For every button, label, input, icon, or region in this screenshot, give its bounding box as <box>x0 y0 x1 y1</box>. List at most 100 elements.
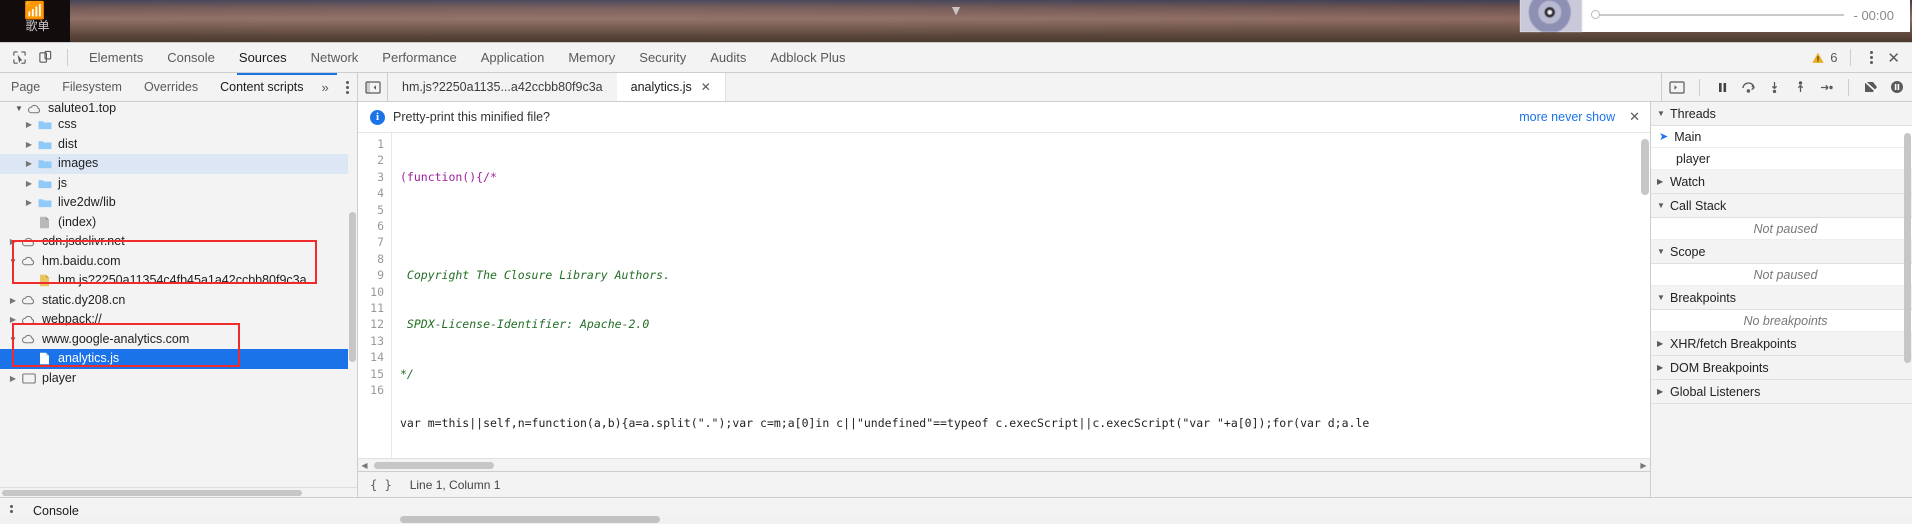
file-tree[interactable]: ▼ saluteo1.top ▶ css ▶ dist ▶ images ▶ j… <box>0 102 357 388</box>
close-icon[interactable]: ✕ <box>701 73 711 101</box>
tree-item-saluteo1-top[interactable]: ▼ saluteo1.top <box>0 102 357 115</box>
editor-vertical-scrollbar[interactable] <box>1640 133 1650 458</box>
player-progress-slider[interactable] <box>1590 10 1844 19</box>
player-progress-knob[interactable] <box>1590 10 1600 19</box>
devtools-tab-security[interactable]: Security <box>627 43 698 72</box>
inspect-element-icon[interactable] <box>6 45 32 71</box>
thread-row-player[interactable]: player <box>1651 148 1912 170</box>
page-horizontal-scrollbar[interactable] <box>0 515 1912 524</box>
triangle-right-icon[interactable]: ▶ <box>1657 387 1670 396</box>
tree-item-index[interactable]: ▶ (index) <box>0 213 357 233</box>
site-logo[interactable]: 📶 歌单 <box>0 0 70 42</box>
triangle-down-icon[interactable]: ▼ <box>6 330 20 350</box>
kebab-menu-icon[interactable] <box>1860 51 1883 64</box>
devtools-tab-audits[interactable]: Audits <box>698 43 758 72</box>
scrollbar-thumb[interactable] <box>1641 139 1649 195</box>
section-threads[interactable]: ▼ Threads <box>1651 102 1912 126</box>
triangle-right-icon[interactable]: ▶ <box>22 174 36 194</box>
section-scope[interactable]: ▼ Scope <box>1651 240 1912 264</box>
editor-tab-analytics-js[interactable]: analytics.js ✕ <box>616 73 726 101</box>
chevron-right-icon[interactable]: ▶ <box>1637 461 1650 470</box>
scrollbar-thumb[interactable] <box>2 490 302 496</box>
tree-item-hm-baidu-com[interactable]: ▼ hm.baidu.com <box>0 252 357 272</box>
editor-tab-hm-js[interactable]: hm.js?2250a1135...a42ccbb80f9c3a <box>388 73 617 101</box>
devtools-tab-performance[interactable]: Performance <box>370 43 468 72</box>
triangle-down-icon[interactable]: ▼ <box>1657 201 1670 210</box>
collapse-sidebar-icon[interactable] <box>358 73 388 101</box>
tree-item-css[interactable]: ▶ css <box>0 115 357 135</box>
navigator-kebab-menu-icon[interactable] <box>336 80 359 94</box>
player-progress-group[interactable]: - 00:00 <box>1582 8 1900 23</box>
audio-player[interactable]: - 00:00 <box>1519 0 1910 32</box>
device-toolbar-icon[interactable] <box>32 45 58 71</box>
devtools-tab-elements[interactable]: Elements <box>77 43 155 72</box>
tree-item-www-google-analytics-com[interactable]: ▼ www.google-analytics.com <box>0 330 357 350</box>
pause-resume-icon[interactable] <box>1709 74 1735 100</box>
triangle-right-icon[interactable]: ▶ <box>1657 363 1670 372</box>
section-call-stack[interactable]: ▼ Call Stack <box>1651 194 1912 218</box>
section-dom-breakpoints[interactable]: ▶ DOM Breakpoints <box>1651 356 1912 380</box>
step-into-icon[interactable] <box>1761 74 1787 100</box>
tree-item-live2dw-lib[interactable]: ▶ live2dw/lib <box>0 193 357 213</box>
code-viewport[interactable]: 1 2 3 4 5 6 7 8 9 10 11 12 13 14 15 16 (… <box>358 133 1650 458</box>
triangle-right-icon[interactable]: ▶ <box>22 154 36 174</box>
chevron-down-icon[interactable]: ▼ <box>949 3 963 17</box>
tree-item-dist[interactable]: ▶ dist <box>0 135 357 155</box>
tree-item-webpack[interactable]: ▶ webpack:// <box>0 310 357 330</box>
triangle-down-icon[interactable]: ▼ <box>1657 247 1670 256</box>
triangle-down-icon[interactable]: ▼ <box>6 252 20 272</box>
devtools-tab-sources[interactable]: Sources <box>227 43 299 72</box>
scrollbar-thumb[interactable] <box>400 516 660 523</box>
scrollbar-thumb[interactable] <box>349 212 356 362</box>
tree-item-analytics-js[interactable]: ▶ analytics.js <box>0 349 357 369</box>
triangle-right-icon[interactable]: ▶ <box>6 369 20 389</box>
tree-item-player[interactable]: ▶ player <box>0 369 357 389</box>
devtools-tab-console[interactable]: Console <box>155 43 227 72</box>
navigator-tab-content-scripts[interactable]: Content scripts <box>209 73 314 101</box>
step-over-icon[interactable] <box>1735 74 1761 100</box>
triangle-right-icon[interactable]: ▶ <box>1657 177 1670 186</box>
tree-item-hm-js[interactable]: ▶ hm.js?2250a11354c4fb45a1a42ccbb80f9c3a <box>0 271 357 291</box>
navigator-horizontal-scrollbar[interactable] <box>0 487 357 497</box>
tree-item-images[interactable]: ▶ images <box>0 154 357 174</box>
tree-item-js[interactable]: ▶ js <box>0 174 357 194</box>
triangle-right-icon[interactable]: ▶ <box>1657 339 1670 348</box>
devtools-tab-memory[interactable]: Memory <box>556 43 627 72</box>
triangle-right-icon[interactable]: ▶ <box>6 232 20 252</box>
section-global-listeners[interactable]: ▶ Global Listeners <box>1651 380 1912 404</box>
section-xhr-fetch-breakpoints[interactable]: ▶ XHR/fetch Breakpoints <box>1651 332 1912 356</box>
scrollbar-thumb[interactable] <box>1904 133 1911 363</box>
deactivate-breakpoints-icon[interactable] <box>1858 74 1884 100</box>
chevron-left-icon[interactable]: ◀ <box>358 461 371 470</box>
never-show-link[interactable]: more never show <box>1519 110 1615 124</box>
pretty-print-braces-icon[interactable]: { } <box>366 478 396 492</box>
triangle-right-icon[interactable]: ▶ <box>22 115 36 135</box>
close-icon[interactable]: ✕ <box>1883 49 1912 67</box>
tree-item-static-dy208-cn[interactable]: ▶ static.dy208.cn <box>0 291 357 311</box>
chevrons-right-icon[interactable]: » <box>315 80 336 95</box>
show-navigator-icon[interactable] <box>1664 74 1690 100</box>
triangle-right-icon[interactable]: ▶ <box>22 135 36 155</box>
step-icon[interactable] <box>1813 74 1839 100</box>
triangle-right-icon[interactable]: ▶ <box>6 310 20 330</box>
navigator-tab-page[interactable]: Page <box>0 73 51 101</box>
pause-on-exceptions-icon[interactable] <box>1884 74 1910 100</box>
scrollbar-thumb[interactable] <box>374 462 494 469</box>
devtools-tab-network[interactable]: Network <box>299 43 371 72</box>
sources-navigator[interactable]: ▼ saluteo1.top ▶ css ▶ dist ▶ images ▶ j… <box>0 102 358 497</box>
triangle-down-icon[interactable]: ▼ <box>1657 293 1670 302</box>
close-icon[interactable]: ✕ <box>1629 109 1640 125</box>
debugger-vertical-scrollbar[interactable] <box>1903 131 1912 497</box>
section-breakpoints[interactable]: ▼ Breakpoints <box>1651 286 1912 310</box>
thread-row-main[interactable]: ➤ Main <box>1651 126 1912 148</box>
warning-indicator[interactable]: 6 <box>1811 50 1841 65</box>
navigator-vertical-scrollbar[interactable] <box>348 102 357 497</box>
triangle-down-icon[interactable]: ▼ <box>12 102 26 115</box>
tree-item-cdn-jsdelivr-net[interactable]: ▶ cdn.jsdelivr.net <box>0 232 357 252</box>
triangle-right-icon[interactable]: ▶ <box>22 193 36 213</box>
code-content[interactable]: (function(){/* Copyright The Closure Lib… <box>392 133 1650 458</box>
devtools-tab-application[interactable]: Application <box>469 43 557 72</box>
triangle-right-icon[interactable]: ▶ <box>6 291 20 311</box>
section-watch[interactable]: ▶ Watch <box>1651 170 1912 194</box>
step-out-icon[interactable] <box>1787 74 1813 100</box>
